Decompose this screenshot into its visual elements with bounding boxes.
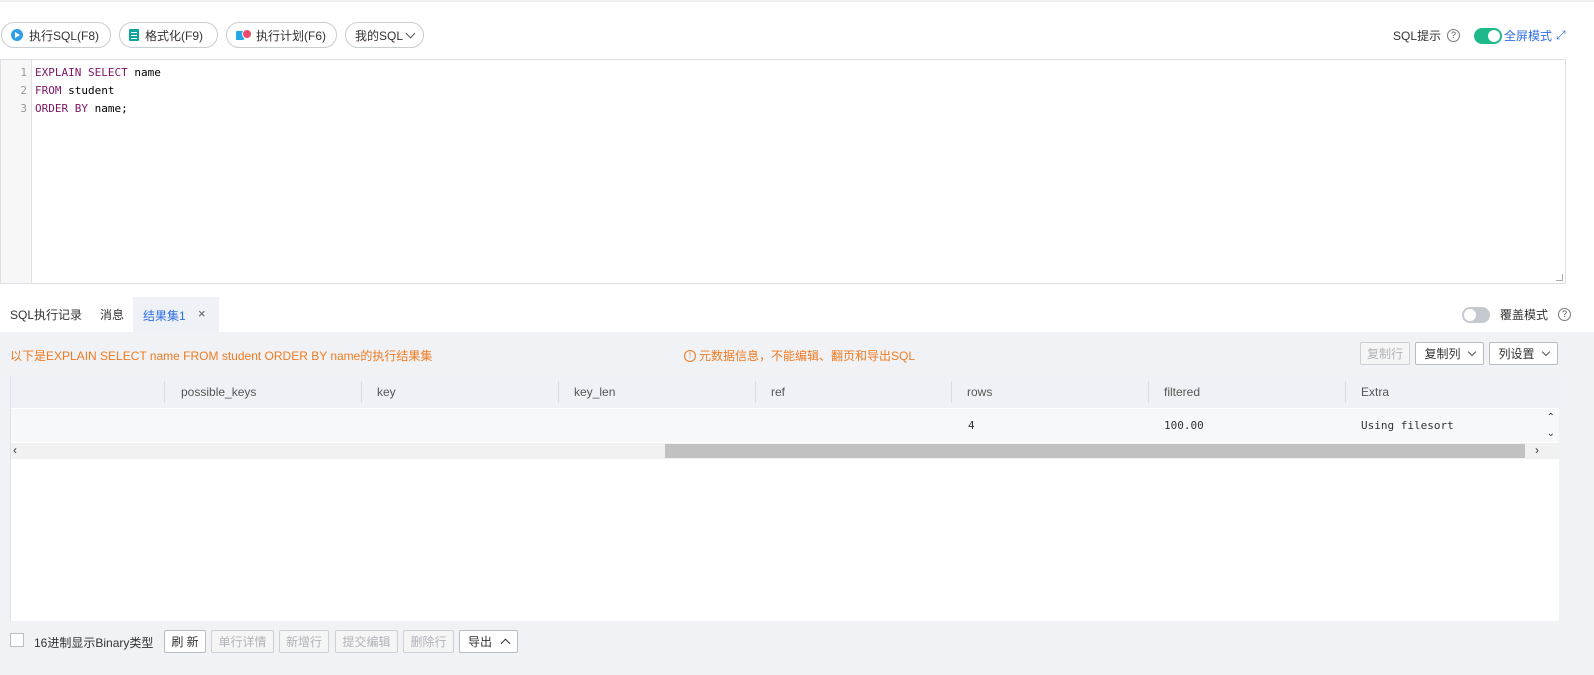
- result-grid: possible_keys key key_len ref rows filte…: [10, 376, 1559, 621]
- copy-column-label: 复制列: [1424, 347, 1461, 361]
- tab-sql-history[interactable]: SQL执行记录: [10, 306, 82, 323]
- overwrite-mode-toggle[interactable]: [1462, 306, 1490, 323]
- copy-row-label: 复制行: [1366, 347, 1403, 361]
- cell-filtered[interactable]: 100.00: [1164, 419, 1204, 432]
- sql-text: name: [127, 66, 161, 79]
- export-dropdown[interactable]: 导出: [459, 630, 518, 653]
- chevron-down-icon: [1467, 347, 1476, 357]
- plan-icon: [236, 29, 252, 41]
- refresh-button[interactable]: 刷 新: [164, 630, 206, 653]
- sql-keyword: FROM: [35, 84, 62, 97]
- format-button[interactable]: 格式化(F9): [119, 22, 218, 48]
- fullscreen-button[interactable]: 全屏模式 ⤢: [1504, 27, 1566, 44]
- resize-handle[interactable]: [1556, 274, 1563, 281]
- add-row-label: 新增行: [285, 635, 322, 649]
- column-divider[interactable]: [164, 381, 165, 403]
- format-label: 格式化(F9): [145, 28, 203, 43]
- run-sql-button[interactable]: 执行SQL(F8): [1, 22, 111, 48]
- line-number: 2: [20, 84, 27, 97]
- chevron-down-icon: [1541, 347, 1550, 357]
- sql-editor[interactable]: 1 2 3 EXPLAIN SELECT name FROM student O…: [0, 59, 1566, 284]
- row-detail-button[interactable]: 单行详情: [211, 630, 274, 653]
- column-divider[interactable]: [951, 381, 952, 403]
- code-line: EXPLAIN SELECT name: [35, 66, 161, 79]
- overwrite-mode-label: 覆盖模式: [1500, 308, 1549, 322]
- sql-hint-control: SQL提示 ?: [1393, 27, 1503, 44]
- sql-text: student: [61, 84, 115, 97]
- chevron-down-icon: [405, 28, 416, 38]
- copy-column-dropdown[interactable]: 复制列: [1415, 342, 1484, 365]
- sql-hint-toggle[interactable]: [1474, 27, 1503, 44]
- column-divider[interactable]: [1148, 381, 1149, 403]
- scroll-left-icon[interactable]: ‹: [13, 443, 17, 457]
- metadata-notice: ! 元数据信息，不能编辑、翻页和导出SQL: [684, 347, 915, 364]
- exec-plan-button[interactable]: 执行计划(F6): [226, 22, 337, 48]
- add-row-button[interactable]: 新增行: [279, 630, 329, 653]
- column-header[interactable]: Extra: [1361, 385, 1389, 399]
- chevron-up-icon: [500, 638, 511, 649]
- code-line: ORDER BY name;: [35, 102, 128, 115]
- column-header[interactable]: key: [377, 385, 396, 399]
- grid-header: possible_keys key key_len ref rows filte…: [11, 376, 1559, 408]
- row-detail-label: 单行详情: [218, 635, 267, 649]
- tab-result-label: 结果集1: [143, 309, 186, 323]
- column-header[interactable]: filtered: [1164, 385, 1200, 399]
- fullscreen-label: 全屏模式: [1504, 29, 1553, 43]
- hex-binary-checkbox[interactable]: [10, 633, 24, 647]
- scroll-right-icon[interactable]: ›: [1535, 443, 1539, 457]
- document-icon: [129, 29, 139, 41]
- submit-edit-label: 提交编辑: [342, 635, 391, 649]
- tab-result-set[interactable]: 结果集1 ×: [133, 297, 219, 332]
- help-icon[interactable]: ?: [1447, 29, 1461, 42]
- top-divider: [0, 0, 1594, 2]
- run-sql-label: 执行SQL(F8): [29, 28, 100, 43]
- sql-keyword: ORDER BY: [35, 102, 88, 115]
- export-label: 导出: [467, 635, 492, 649]
- line-number: 3: [20, 102, 27, 115]
- hex-binary-label: 16进制显示Binary类型: [34, 636, 154, 650]
- result-info: 以下是EXPLAIN SELECT name FROM student ORDE…: [10, 349, 433, 363]
- column-divider[interactable]: [1345, 381, 1346, 403]
- column-header[interactable]: rows: [967, 385, 992, 399]
- warning-icon: !: [684, 349, 696, 362]
- my-sql-label: 我的SQL: [355, 28, 404, 43]
- scrollbar-thumb[interactable]: [665, 444, 1525, 458]
- cell-rows[interactable]: 4: [968, 419, 975, 432]
- delete-row-button[interactable]: 删除行: [403, 630, 454, 653]
- code-line: FROM student: [35, 84, 114, 97]
- help-icon[interactable]: ?: [1558, 308, 1572, 321]
- column-divider[interactable]: [755, 381, 756, 403]
- column-header[interactable]: key_len: [574, 385, 615, 399]
- column-settings-dropdown[interactable]: 列设置: [1489, 342, 1558, 365]
- sql-hint-label: SQL提示: [1393, 29, 1442, 43]
- close-icon[interactable]: ×: [198, 306, 206, 321]
- delete-row-label: 删除行: [410, 635, 447, 649]
- column-divider[interactable]: [558, 381, 559, 403]
- play-icon: [11, 29, 23, 41]
- my-sql-dropdown[interactable]: 我的SQL: [345, 22, 424, 48]
- horizontal-scrollbar[interactable]: ‹ ›: [11, 443, 1559, 459]
- cell-extra[interactable]: Using filesort: [1361, 419, 1454, 432]
- refresh-label: 刷 新: [171, 635, 199, 649]
- scroll-down-icon[interactable]: ⌄: [1547, 428, 1555, 439]
- sql-keyword: EXPLAIN SELECT: [35, 66, 128, 79]
- column-header[interactable]: possible_keys: [181, 385, 256, 399]
- copy-row-button[interactable]: 复制行: [1360, 342, 1410, 365]
- column-divider[interactable]: [361, 381, 362, 403]
- column-settings-label: 列设置: [1498, 347, 1535, 361]
- table-row[interactable]: 4 100.00 Using filesort: [11, 409, 1559, 442]
- column-header[interactable]: ref: [771, 385, 785, 399]
- line-number: 1: [20, 66, 27, 79]
- scroll-up-icon[interactable]: ⌃: [1547, 412, 1555, 423]
- sql-text: name;: [87, 102, 128, 115]
- overwrite-mode-control: 覆盖模式 ?: [1462, 306, 1572, 323]
- submit-edit-button[interactable]: 提交编辑: [335, 630, 398, 653]
- exec-plan-label: 执行计划(F6): [256, 28, 326, 43]
- expand-icon: ⤢: [1556, 28, 1566, 42]
- tab-messages[interactable]: 消息: [100, 306, 124, 323]
- metadata-notice-text: 元数据信息，不能编辑、翻页和导出SQL: [699, 349, 916, 363]
